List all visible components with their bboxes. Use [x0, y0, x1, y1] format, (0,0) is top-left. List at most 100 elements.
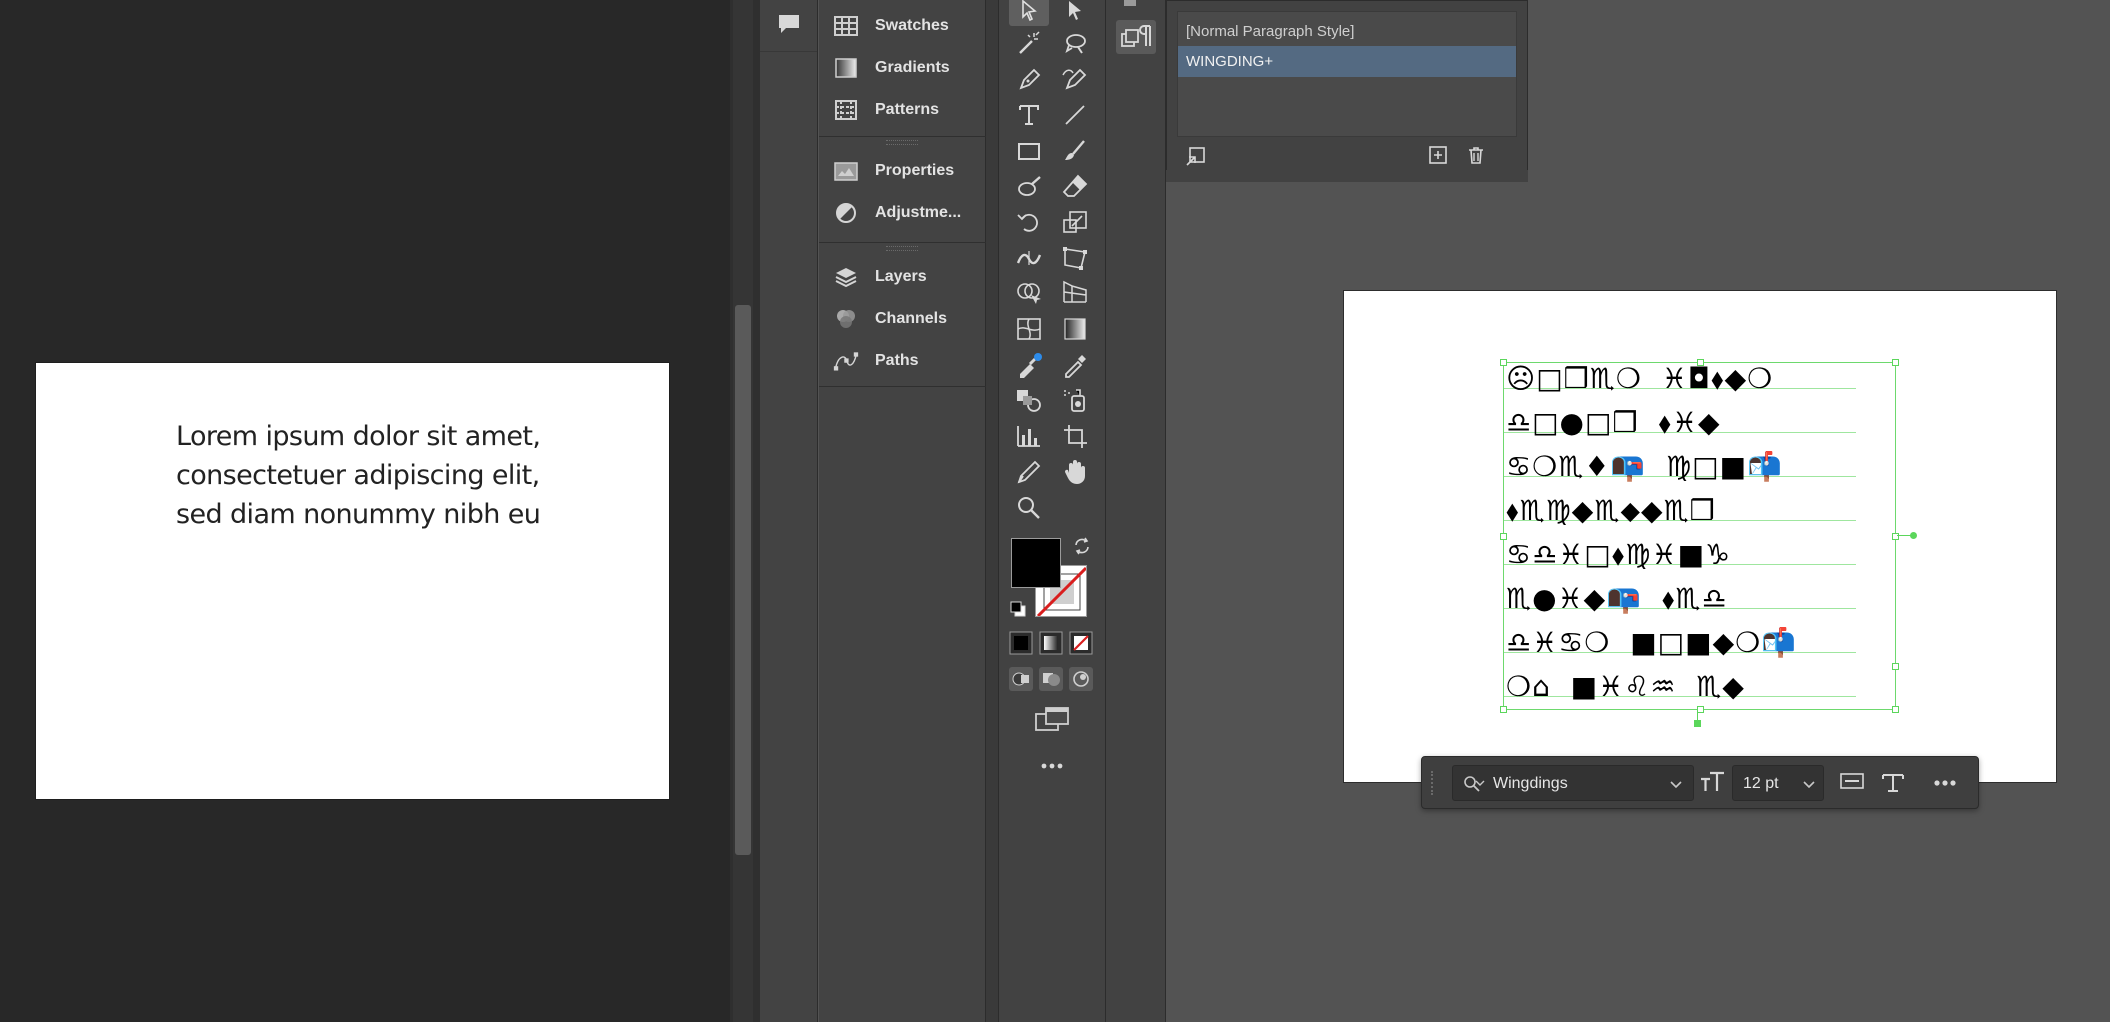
comments-button[interactable]	[760, 0, 817, 52]
bottom-port-handle[interactable]	[1694, 720, 1701, 727]
resize-handle[interactable]	[1892, 359, 1899, 366]
slice-tool[interactable]	[1009, 454, 1049, 488]
none-mode-button[interactable]	[1069, 631, 1093, 655]
rectangle-tool[interactable]	[1009, 133, 1049, 167]
type-tool[interactable]	[1009, 97, 1049, 131]
direct-selection-tool[interactable]	[1055, 0, 1095, 26]
gradients-icon	[835, 58, 857, 78]
panel-label: Adjustme...	[875, 204, 962, 221]
panel-channels[interactable]: Channels	[819, 298, 986, 340]
eyedropper-tool[interactable]	[1055, 347, 1095, 381]
font-size-field[interactable]: 12 pt	[1732, 765, 1824, 801]
load-styles-icon[interactable]	[1185, 145, 1207, 167]
panel-group-grip[interactable]	[886, 140, 918, 145]
adjustments-icon	[836, 203, 856, 223]
shape-builder-tool[interactable]	[1009, 275, 1049, 309]
edit-toolbar-more-icon[interactable]	[1040, 760, 1064, 772]
width-tool[interactable]	[1009, 240, 1049, 274]
scale-tool[interactable]	[1055, 204, 1095, 238]
draw-normal-button[interactable]	[1009, 667, 1033, 691]
font-size-icon	[1701, 771, 1724, 791]
resize-handle[interactable]	[1892, 706, 1899, 713]
text-frame-options-icon[interactable]	[1839, 771, 1865, 793]
rotate-tool[interactable]	[1009, 204, 1049, 238]
resize-handle[interactable]	[1500, 706, 1507, 713]
mesh-tool[interactable]	[1009, 311, 1049, 345]
chevron-down-icon	[1475, 780, 1485, 786]
resize-handle[interactable]	[1892, 663, 1899, 670]
tools-panel	[998, 0, 1106, 1022]
free-transform-icon	[1063, 247, 1087, 270]
font-family-field[interactable]: Wingdings	[1452, 765, 1694, 801]
draw-inside-button[interactable]	[1069, 667, 1093, 691]
panel-label: Swatches	[875, 17, 949, 34]
curvature-pen-tool[interactable]	[1055, 62, 1095, 96]
lasso-tool[interactable]	[1055, 26, 1095, 60]
screen-mode-icon[interactable]	[1034, 704, 1070, 734]
default-colors-icon[interactable]	[1009, 600, 1027, 618]
resize-handle[interactable]	[1697, 359, 1704, 366]
task-bar-grip[interactable]	[1431, 771, 1435, 795]
text-frame-selected[interactable]: ☹□❒♏❍ ♓◘⬧◆❍ ♎□●□❒ ⬧♓◆ ♋❍♏♦📭 ♍□■📬 ⬧♏♍◆♏⬥◆…	[1500, 359, 1917, 727]
pen-tool[interactable]	[1009, 62, 1049, 96]
paragraph-style-normal[interactable]: [Normal Paragraph Style]	[1178, 16, 1516, 47]
comment-icon	[779, 15, 799, 33]
blob-brush-tool[interactable]	[1009, 169, 1049, 203]
color-mode-button[interactable]	[1009, 631, 1033, 655]
free-transform-tool[interactable]	[1055, 240, 1095, 274]
more-options-icon[interactable]	[1932, 771, 1958, 795]
resize-handle[interactable]	[1500, 533, 1507, 540]
knife-icon	[1017, 460, 1041, 484]
blob-brush-icon	[1018, 176, 1041, 196]
rotate-icon	[1017, 213, 1038, 232]
line-tool[interactable]	[1055, 97, 1095, 131]
artboard-tool[interactable]	[1055, 418, 1095, 452]
new-style-icon[interactable]	[1428, 145, 1448, 165]
panel-layers[interactable]: Layers	[819, 256, 986, 298]
panel-adjustments[interactable]: Adjustme...	[819, 192, 986, 234]
panel-dock: Swatches Gradients Patterns Properties A…	[819, 0, 986, 1022]
mesh-icon	[1017, 318, 1041, 340]
gradient-tool[interactable]	[1055, 311, 1095, 345]
column-graph-icon	[1017, 426, 1040, 447]
draw-normal-icon	[1012, 672, 1029, 686]
panel-properties[interactable]: Properties	[819, 150, 986, 192]
character-panel-icon[interactable]	[1120, 0, 1144, 8]
perspective-grid-tool[interactable]	[1055, 275, 1095, 309]
fill-color-swatch[interactable]	[1011, 538, 1061, 588]
zoom-tool[interactable]	[1009, 490, 1049, 524]
gradient-mode-button[interactable]	[1039, 631, 1063, 655]
out-port-handle[interactable]	[1910, 532, 1917, 539]
panel-gradients[interactable]: Gradients	[819, 47, 986, 89]
panel-group-layers: Layers Channels Paths	[819, 252, 986, 387]
paragraph-style-wingding[interactable]: WINGDING+	[1178, 46, 1516, 77]
panel-swatches[interactable]: Swatches	[819, 5, 986, 47]
eraser-tool[interactable]	[1055, 169, 1095, 203]
draw-inside-icon	[1073, 671, 1089, 687]
symbol-sprayer-tool[interactable]	[1055, 382, 1095, 416]
chevron-down-icon[interactable]	[1801, 776, 1817, 792]
blend-tool[interactable]	[1009, 382, 1049, 416]
paragraph-styles-button[interactable]	[1116, 20, 1156, 54]
magic-wand-tool[interactable]	[1009, 26, 1049, 60]
eyedropper-tool-blue[interactable]	[1009, 347, 1049, 381]
panel-patterns[interactable]: Patterns	[819, 89, 986, 131]
swap-colors-icon[interactable]	[1073, 537, 1091, 555]
selection-tool[interactable]	[1009, 0, 1049, 26]
draw-behind-button[interactable]	[1039, 667, 1063, 691]
chevron-down-icon[interactable]	[1668, 776, 1684, 792]
paintbrush-tool[interactable]	[1055, 133, 1095, 167]
type-options-icon[interactable]	[1880, 771, 1906, 795]
collapsed-panel-strip	[1106, 0, 1166, 1022]
panel-group-grip[interactable]	[886, 246, 918, 251]
scale-icon	[1063, 211, 1087, 233]
panel-paths[interactable]: Paths	[819, 340, 986, 382]
shape-builder-icon	[1017, 283, 1041, 304]
resize-handle[interactable]	[1697, 706, 1704, 713]
font-family-value: Wingdings	[1493, 775, 1568, 792]
column-graph-tool[interactable]	[1009, 418, 1049, 452]
scrollbar-thumb[interactable]	[735, 305, 751, 855]
resize-handle[interactable]	[1500, 359, 1507, 366]
trash-icon[interactable]	[1466, 145, 1486, 165]
hand-tool[interactable]	[1055, 454, 1095, 488]
